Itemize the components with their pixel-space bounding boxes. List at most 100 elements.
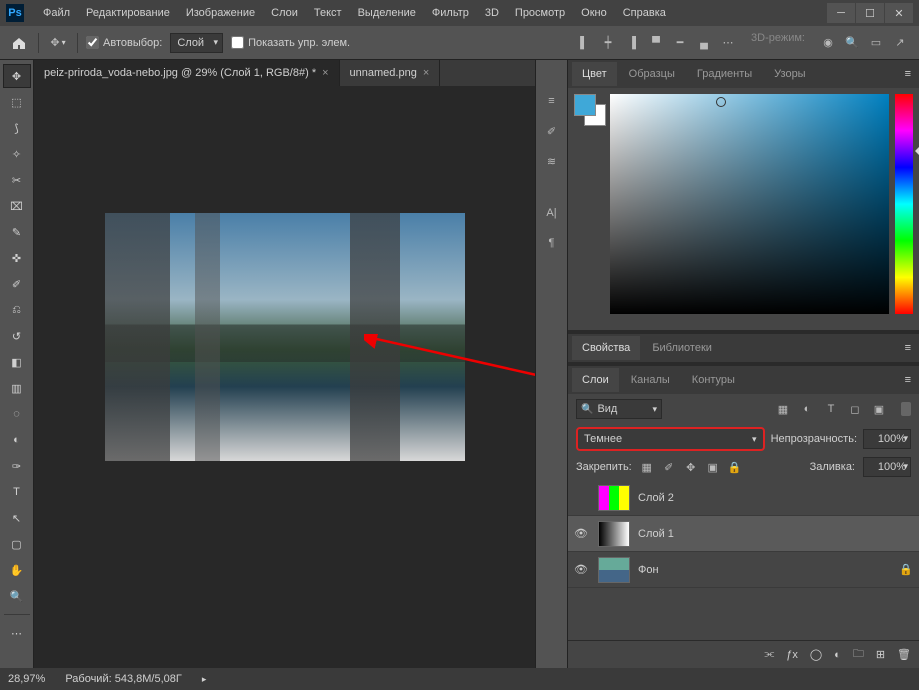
panel-menu-icon[interactable]: ≡	[897, 370, 919, 390]
canvas[interactable]	[34, 86, 535, 668]
menu-window[interactable]: Окно	[574, 3, 614, 23]
layer-item[interactable]: 👁 Слой 1	[568, 516, 919, 552]
delete-layer-icon[interactable]: 🗑	[897, 648, 911, 661]
marquee-tool[interactable]: ⬚	[3, 90, 31, 114]
workspace-icon[interactable]: ▭	[865, 32, 887, 54]
blend-mode-dropdown[interactable]: Темнее	[576, 427, 765, 451]
dodge-tool[interactable]: ◐	[3, 428, 31, 452]
paragraph-panel-icon[interactable]: ¶	[541, 232, 563, 254]
pen-tool[interactable]: ✑	[3, 454, 31, 478]
brush-tool[interactable]: ✐	[3, 272, 31, 296]
show-controls-checkbox[interactable]: Показать упр. элем.	[231, 36, 350, 49]
layer-name[interactable]: Слой 2	[638, 492, 674, 504]
close-tab-icon[interactable]: ×	[322, 67, 328, 79]
align-left-icon[interactable]: ▌	[573, 32, 595, 54]
menu-filter[interactable]: Фильтр	[425, 3, 476, 23]
align-center-h-icon[interactable]: ┿	[597, 32, 619, 54]
tab-libraries[interactable]: Библиотеки	[642, 336, 722, 360]
layer-thumbnail[interactable]	[598, 521, 630, 547]
distribute-icon[interactable]: ⋯	[717, 32, 739, 54]
magic-wand-tool[interactable]: ✧	[3, 142, 31, 166]
eyedropper-tool[interactable]: ✎	[3, 220, 31, 244]
menu-help[interactable]: Справка	[616, 3, 673, 23]
hue-slider[interactable]	[895, 94, 913, 314]
heal-tool[interactable]: ✜	[3, 246, 31, 270]
layer-mask-icon[interactable]: ◯	[810, 648, 822, 661]
tab-gradients[interactable]: Градиенты	[687, 62, 762, 86]
path-tool[interactable]: ↖	[3, 506, 31, 530]
fill-field[interactable]: 100%	[863, 457, 911, 477]
align-middle-icon[interactable]: ━	[669, 32, 691, 54]
tab-patterns[interactable]: Узоры	[764, 62, 815, 86]
tab-layers[interactable]: Слои	[572, 368, 619, 392]
visibility-toggle[interactable]: 👁	[574, 527, 590, 540]
menu-text[interactable]: Текст	[307, 3, 349, 23]
visibility-toggle[interactable]: 👁	[574, 563, 590, 576]
3d-orbit-icon[interactable]: ◉	[817, 32, 839, 54]
layer-fx-icon[interactable]: ƒx	[786, 649, 798, 661]
group-icon[interactable]: 🗀	[853, 645, 864, 664]
adjustment-layer-icon[interactable]: ◐	[834, 649, 841, 661]
lock-pixels-icon[interactable]: ▦	[640, 461, 654, 474]
close-button[interactable]: ✕	[885, 3, 913, 23]
menu-3d[interactable]: 3D	[478, 3, 506, 23]
lock-all-icon[interactable]: 🔒	[728, 461, 742, 474]
move-tool[interactable]: ✥	[3, 64, 31, 88]
doc-info[interactable]: Рабочий: 543,8M/5,08Г	[65, 673, 182, 685]
share-icon[interactable]: ↗	[889, 32, 911, 54]
link-layers-icon[interactable]: ⫘	[764, 648, 774, 661]
menu-file[interactable]: Файл	[36, 3, 77, 23]
tab-color[interactable]: Цвет	[572, 62, 617, 86]
lasso-tool[interactable]: ⟆	[3, 116, 31, 140]
layer-thumbnail[interactable]	[598, 557, 630, 583]
document-tab-2[interactable]: unnamed.png ×	[340, 60, 441, 86]
layer-thumbnail[interactable]	[598, 485, 630, 511]
search-icon[interactable]: 🔍	[841, 32, 863, 54]
type-tool[interactable]: T	[3, 480, 31, 504]
edit-toolbar[interactable]: ⋯	[3, 621, 31, 645]
tab-properties[interactable]: Свойства	[572, 336, 640, 360]
lock-position-icon[interactable]: ✥	[684, 461, 698, 474]
eraser-tool[interactable]: ◧	[3, 350, 31, 374]
align-top-icon[interactable]: ▀	[645, 32, 667, 54]
filter-type-icon[interactable]: T	[823, 403, 839, 416]
maximize-button[interactable]: ☐	[856, 3, 884, 23]
history-brush-tool[interactable]: ↺	[3, 324, 31, 348]
shape-tool[interactable]: ▢	[3, 532, 31, 556]
menu-select[interactable]: Выделение	[351, 3, 423, 23]
filter-smart-icon[interactable]: ▣	[871, 403, 887, 416]
frame-tool[interactable]: ⌧	[3, 194, 31, 218]
autoselect-dropdown[interactable]: Слой	[170, 33, 223, 53]
color-picker-field[interactable]	[610, 94, 889, 314]
blur-tool[interactable]: ◌	[3, 402, 31, 426]
layer-name[interactable]: Фон	[638, 564, 659, 576]
history-panel-icon[interactable]: ≡	[541, 90, 563, 112]
fg-bg-swatches[interactable]	[574, 94, 604, 124]
home-button[interactable]	[8, 32, 30, 54]
autoselect-checkbox[interactable]: Автовыбор:	[86, 36, 162, 49]
menu-layers[interactable]: Слои	[264, 3, 305, 23]
hand-tool[interactable]: ✋	[3, 558, 31, 582]
menu-edit[interactable]: Редактирование	[79, 3, 177, 23]
new-layer-icon[interactable]: ⊞	[876, 648, 885, 661]
panel-menu-icon[interactable]: ≡	[897, 338, 919, 358]
zoom-level[interactable]: 28,97%	[8, 673, 45, 685]
layer-item[interactable]: Слой 2	[568, 480, 919, 516]
layer-name[interactable]: Слой 1	[638, 528, 674, 540]
tab-swatches[interactable]: Образцы	[619, 62, 685, 86]
menu-image[interactable]: Изображение	[179, 3, 262, 23]
adjustments-panel-icon[interactable]: ≋	[541, 150, 563, 172]
document-tab-1[interactable]: peiz-priroda_voda-nebo.jpg @ 29% (Слой 1…	[34, 60, 340, 86]
zoom-tool[interactable]: 🔍	[3, 584, 31, 608]
filter-toggle[interactable]	[901, 402, 911, 416]
align-bottom-icon[interactable]: ▄	[693, 32, 715, 54]
filter-shape-icon[interactable]: ◻	[847, 403, 863, 416]
align-right-icon[interactable]: ▐	[621, 32, 643, 54]
filter-adjust-icon[interactable]: ◐	[799, 403, 815, 416]
opacity-field[interactable]: 100%	[863, 429, 911, 449]
crop-tool[interactable]: ✂	[3, 168, 31, 192]
gradient-tool[interactable]: ▥	[3, 376, 31, 400]
tab-paths[interactable]: Контуры	[682, 368, 745, 392]
tab-channels[interactable]: Каналы	[621, 368, 680, 392]
foreground-color-swatch[interactable]	[574, 94, 596, 116]
